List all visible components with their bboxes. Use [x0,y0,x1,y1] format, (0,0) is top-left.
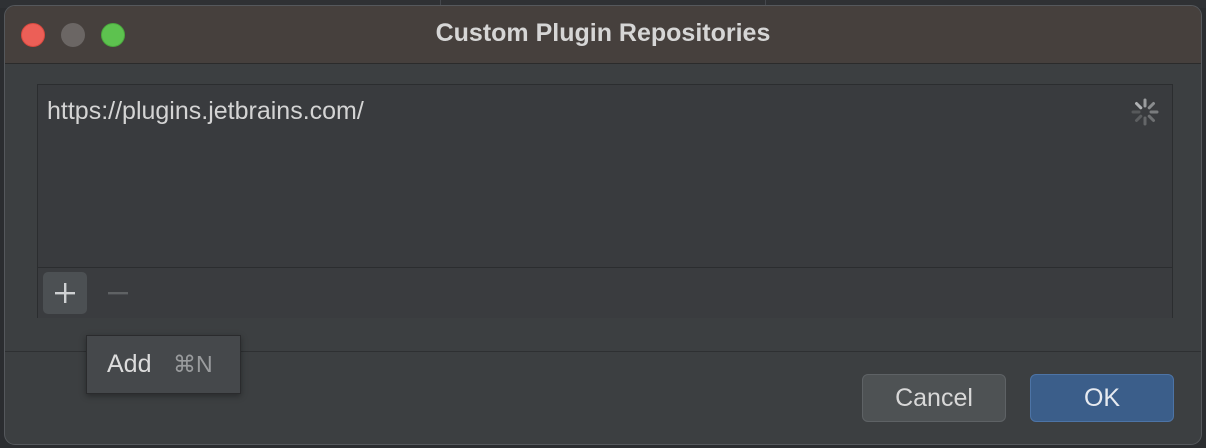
repository-list[interactable]: https://plugins.jetbrains.com/ [38,85,1172,267]
remove-button[interactable] [104,272,132,314]
plus-icon [55,283,75,303]
cancel-button[interactable]: Cancel [862,374,1006,422]
dialog-title: Custom Plugin Repositories [435,19,771,47]
popup-shortcut: ⌘N [173,351,213,377]
title-bar: Custom Plugin Repositories [5,6,1201,64]
add-button[interactable] [43,272,87,314]
add-tooltip-popup[interactable]: Add ⌘N [86,335,241,394]
custom-plugin-repositories-dialog: Custom Plugin Repositories https://plugi… [4,5,1202,445]
minus-icon [108,292,128,295]
popup-add-label: Add [107,350,152,378]
repository-url[interactable]: https://plugins.jetbrains.com/ [47,97,364,126]
repository-list-panel: https://plugins.jetbrains.com/ [37,84,1173,318]
list-toolbar [38,267,1172,318]
spinner-icon [1131,98,1159,126]
ok-button[interactable]: OK [1030,374,1174,422]
